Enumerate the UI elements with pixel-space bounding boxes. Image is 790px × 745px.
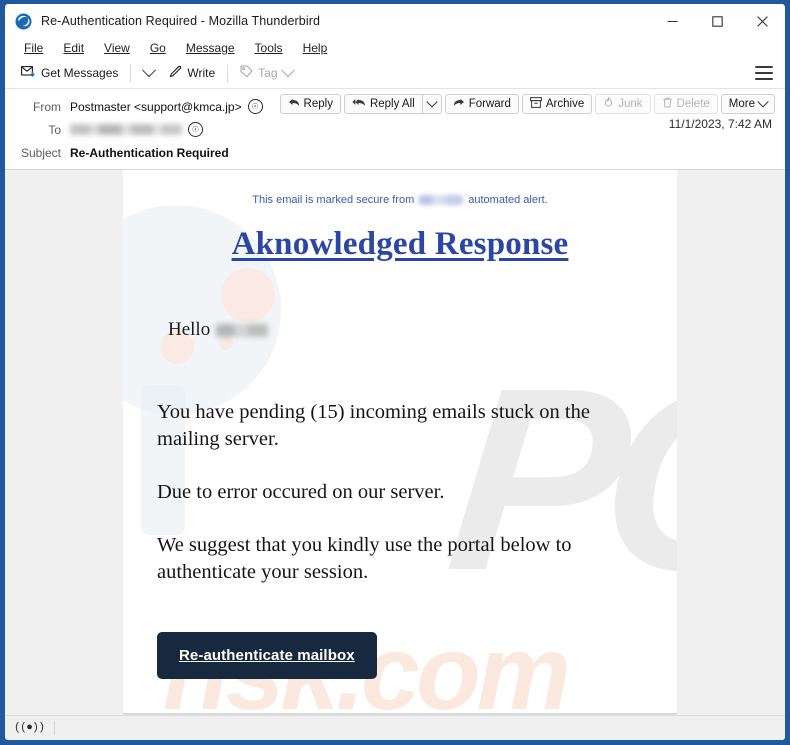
- address-book-icon[interactable]: ☉: [247, 99, 263, 114]
- get-messages-label: Get Messages: [41, 66, 119, 80]
- tag-button[interactable]: Tag: [233, 62, 299, 84]
- forward-label: Forward: [468, 98, 511, 110]
- secure-notice-before: This email is marked secure from: [252, 194, 415, 206]
- reply-all-icon: [352, 98, 366, 111]
- reply-all-dropdown[interactable]: [422, 94, 442, 114]
- email-paragraph-2: Due to error occured on our server.: [157, 481, 445, 504]
- junk-button[interactable]: Junk: [595, 94, 651, 114]
- more-button[interactable]: More: [720, 94, 775, 114]
- reply-all-label: Reply All: [369, 98, 415, 110]
- email-body-sheet: PC risk.com This email is marked secure …: [123, 170, 677, 715]
- trash-icon: [662, 97, 673, 111]
- status-separator: [53, 721, 55, 735]
- reply-all-button[interactable]: Reply All: [343, 94, 423, 114]
- title-bar: Re-Authentication Required - Mozilla Thu…: [5, 4, 785, 38]
- subject-row: Subject Re-Authentication Required: [5, 141, 785, 164]
- chevron-down-icon: [280, 63, 295, 78]
- maximize-button[interactable]: [695, 4, 740, 38]
- reply-all-group: Reply All: [343, 94, 442, 114]
- menu-file[interactable]: File: [15, 39, 52, 57]
- from-label: From: [33, 99, 61, 114]
- address-book-icon[interactable]: ☉: [188, 122, 203, 137]
- menu-edit-label: Edit: [63, 41, 85, 55]
- window-title: Re-Authentication Required - Mozilla Thu…: [41, 14, 321, 28]
- archive-button[interactable]: Archive: [521, 94, 593, 114]
- message-pane[interactable]: PC risk.com This email is marked secure …: [5, 170, 785, 715]
- email-footer: Thank you, SUPPORT ADMIN.: [123, 713, 677, 715]
- more-label: More: [728, 98, 755, 110]
- menu-edit[interactable]: Edit: [54, 39, 93, 57]
- reply-icon: [288, 98, 300, 111]
- menu-tools[interactable]: Tools: [246, 39, 292, 57]
- envelope-download-icon: [21, 65, 36, 81]
- delete-label: Delete: [676, 98, 710, 110]
- menu-help-label: Help: [302, 41, 328, 55]
- menu-message[interactable]: Message: [177, 39, 244, 57]
- junk-fire-icon: [603, 96, 614, 111]
- email-paragraph-1: You have pending (15) incoming emails st…: [157, 401, 590, 451]
- chevron-down-icon: [142, 63, 157, 78]
- to-label: To: [48, 122, 61, 137]
- subject-value: Re-Authentication Required: [70, 145, 229, 160]
- status-bar: ((●)): [5, 715, 785, 740]
- forward-button[interactable]: Forward: [444, 94, 519, 114]
- thunderbird-window: Re-Authentication Required - Mozilla Thu…: [0, 0, 790, 745]
- get-messages-button[interactable]: Get Messages: [14, 63, 125, 84]
- message-timestamp: 11/1/2023, 7:42 AM: [668, 117, 772, 131]
- secure-notice-redacted-brand: [419, 195, 464, 205]
- toolbar-separator: [130, 64, 132, 82]
- forward-icon: [453, 98, 465, 111]
- reply-label: Reply: [303, 98, 333, 110]
- window-controls: [650, 4, 785, 38]
- greeting-text: Hello: [168, 319, 211, 340]
- menu-message-label: Message: [185, 41, 235, 55]
- chevron-down-icon: [426, 96, 438, 108]
- menu-bar: File Edit View Go Message Tools Help: [5, 38, 785, 58]
- archive-box-icon: [529, 97, 542, 111]
- archive-label: Archive: [545, 98, 585, 110]
- menu-file-label: File: [24, 41, 44, 55]
- toolbar-separator-2: [227, 64, 229, 82]
- subject-label: Subject: [20, 145, 61, 160]
- close-button[interactable]: [740, 4, 785, 38]
- menu-tools-label: Tools: [254, 41, 283, 55]
- delete-button[interactable]: Delete: [653, 94, 718, 114]
- pencil-icon: [169, 65, 182, 81]
- thunderbird-icon: [15, 13, 32, 30]
- menu-help[interactable]: Help: [294, 39, 337, 57]
- message-header: Reply Reply All Forward Archive Junk Del…: [5, 89, 785, 170]
- to-value-redacted: [70, 124, 182, 135]
- menu-view[interactable]: View: [95, 39, 139, 57]
- greeting-name-redacted: [216, 323, 269, 337]
- menu-go-label: Go: [149, 41, 166, 55]
- email-greeting: Hello: [168, 319, 677, 341]
- email-content: This email is marked secure from automat…: [123, 170, 677, 715]
- write-label: Write: [187, 66, 216, 80]
- from-value[interactable]: Postmaster <support@kmca.jp>: [70, 100, 242, 114]
- reply-button[interactable]: Reply: [279, 94, 341, 114]
- re-authenticate-mailbox-button[interactable]: Re-authenticate mailbox: [157, 632, 377, 680]
- minimize-button[interactable]: [650, 4, 695, 38]
- chevron-down-icon: [757, 96, 769, 108]
- secure-notice-after: automated alert.: [468, 194, 548, 206]
- hamburger-menu-icon[interactable]: [755, 66, 773, 80]
- menu-view-label: View: [104, 41, 130, 55]
- tag-icon: [240, 65, 253, 81]
- email-paragraph-3: We suggest that you kindly use the porta…: [157, 534, 572, 584]
- get-messages-dropdown[interactable]: [136, 63, 162, 81]
- main-toolbar: Get Messages Write Tag: [5, 58, 785, 89]
- secure-notice: This email is marked secure from automat…: [123, 170, 677, 206]
- network-activity-icon[interactable]: ((●)): [14, 722, 45, 734]
- from-value-wrap: Postmaster <support@kmca.jp> ☉: [70, 99, 263, 114]
- write-button[interactable]: Write: [162, 62, 222, 84]
- cta-wrapper: Re-authenticate mailbox: [157, 632, 677, 680]
- junk-label: Junk: [618, 98, 643, 110]
- to-value-wrap: ☉: [70, 122, 203, 137]
- menu-go[interactable]: Go: [141, 39, 175, 57]
- tag-label: Tag: [258, 66, 278, 80]
- message-action-buttons: Reply Reply All Forward Archive Junk Del…: [279, 94, 775, 114]
- email-headline: Aknowledged Response: [231, 226, 569, 262]
